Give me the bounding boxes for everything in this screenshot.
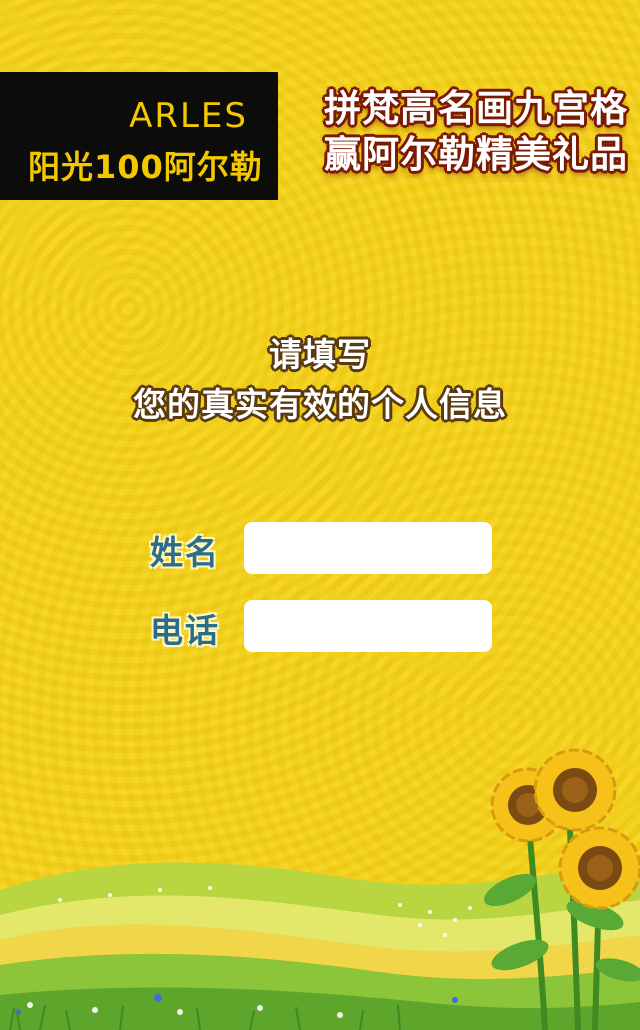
promo-banner: 拼梵高名画九宫格 赢阿尔勒精美礼品 [288, 86, 628, 178]
phone-label: 电话 [150, 611, 220, 650]
banner-line-2: 赢阿尔勒精美礼品 [324, 133, 628, 176]
phone-row: 电话 [0, 600, 640, 656]
form-heading: 请填写 您的真实有效的个人信息 [0, 330, 640, 430]
banner-line-1: 拼梵高名画九宫格 [324, 87, 628, 130]
sunflower-2 [533, 748, 617, 832]
logo-english-text: ARLES [129, 96, 248, 136]
sunflower-3 [558, 826, 640, 910]
name-label: 姓名 [150, 533, 220, 572]
phone-input[interactable] [244, 600, 492, 652]
logo-chinese-text: 阳光100阿尔勒 [28, 148, 263, 186]
heading-line-2: 您的真实有效的个人信息 [133, 385, 507, 424]
sunflower-field-illustration [0, 748, 640, 1030]
heading-line-1: 请填写 [269, 335, 371, 374]
brand-logo: ARLES 阳光100阿尔勒 [0, 72, 278, 200]
name-row: 姓名 [0, 522, 640, 578]
name-input[interactable] [244, 522, 492, 574]
